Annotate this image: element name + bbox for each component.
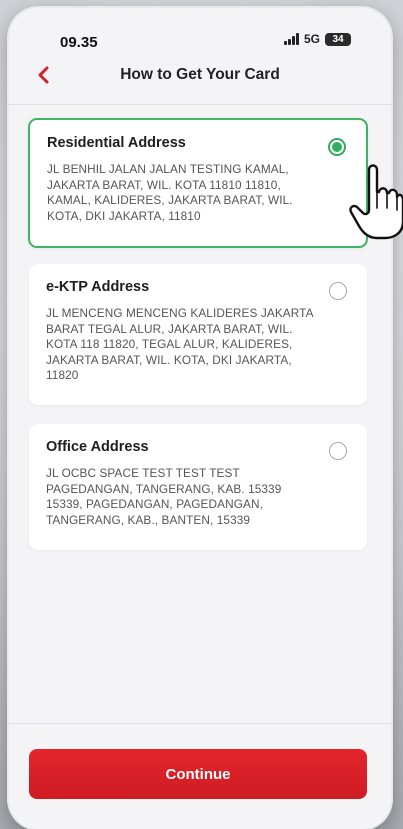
radio-unselected-icon[interactable] [329, 282, 347, 300]
continue-button[interactable]: Continue [29, 749, 367, 799]
phone-screen: 09.35 5G 34 How to Get Your Card Residen… [9, 8, 391, 829]
address-card-office[interactable]: Office Address JL OCBC SPACE TEST TEST T… [29, 424, 367, 550]
battery-icon: 34 [325, 32, 351, 46]
radio-selected-icon[interactable] [328, 138, 346, 156]
hand-pointer-icon [349, 164, 403, 240]
radio-unselected-icon[interactable] [329, 442, 347, 460]
address-text: JL BENHIL JALAN JALAN TESTING KAMAL, JAK… [47, 162, 293, 223]
footer-divider [9, 723, 391, 724]
header-divider [9, 104, 391, 105]
status-time: 09.35 [60, 34, 98, 51]
status-bar: 09.35 5G 34 [9, 8, 391, 52]
address-card-residential[interactable]: Residential Address JL BENHIL JALAN JALA… [28, 118, 368, 248]
signal-icon [283, 33, 299, 45]
address-text: JL OCBC SPACE TEST TEST TEST PAGEDANGAN,… [46, 466, 282, 527]
page-title: How to Get Your Card [120, 66, 280, 83]
network-label: 5G [303, 32, 320, 46]
nav-bar: How to Get Your Card [9, 60, 391, 92]
status-indicators: 5G 34 [283, 32, 351, 46]
address-title: e-KTP Address [46, 279, 150, 295]
address-title: Residential Address [47, 135, 186, 151]
address-card-ektp[interactable]: e-KTP Address JL MENCENG MENCENG KALIDER… [29, 264, 367, 405]
address-title: Office Address [46, 439, 149, 455]
address-text: JL MENCENG MENCENG KALIDERES JAKARTA BAR… [46, 306, 313, 383]
